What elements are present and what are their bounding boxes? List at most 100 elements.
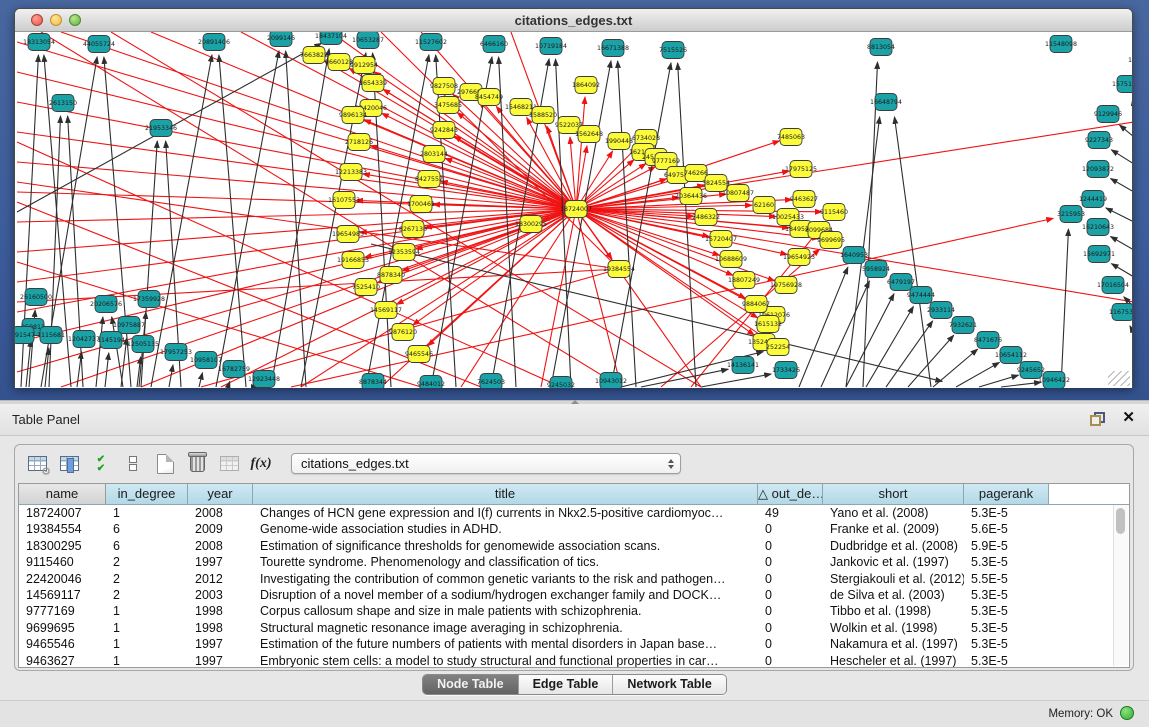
- graph-node[interactable]: 8471676: [974, 332, 1002, 349]
- graph-node[interactable]: 1700461: [407, 196, 435, 213]
- graph-node[interactable]: 21953346: [145, 120, 177, 137]
- graph-node[interactable]: 1615132: [754, 316, 782, 333]
- graph-node[interactable]: 12213383: [335, 164, 367, 181]
- graph-node[interactable]: 9245032: [547, 377, 575, 389]
- graph-node[interactable]: 1167533: [1109, 304, 1132, 321]
- graph-node[interactable]: 16107553: [328, 192, 360, 209]
- column-header-short[interactable]: short: [823, 484, 964, 504]
- graph-node[interactable]: 3475685: [434, 97, 462, 114]
- tab-edge-table[interactable]: Edge Table: [518, 675, 613, 694]
- graph-node[interactable]: 2099146: [267, 32, 295, 47]
- graph-node[interactable]: 1244419: [1079, 191, 1107, 208]
- graph-node[interactable]: 1115681: [37, 327, 65, 344]
- delete-table-button[interactable]: [181, 450, 213, 478]
- graph-node[interactable]: 17016504: [1097, 277, 1129, 294]
- tab-node-table[interactable]: Node Table: [423, 675, 517, 694]
- graph-node[interactable]: 1990448: [605, 133, 633, 150]
- graph-node[interactable]: 7486322: [692, 209, 720, 226]
- graph-node[interactable]: 11527602: [415, 34, 447, 51]
- graph-node[interactable]: 10653287: [352, 32, 384, 49]
- column-header-in_degree[interactable]: in_degree: [106, 484, 188, 504]
- memory-ok-icon[interactable]: [1120, 706, 1134, 720]
- graph-node[interactable]: 8427552: [415, 171, 443, 188]
- graph-node[interactable]: 26160500: [20, 289, 52, 306]
- function-builder-button[interactable]: f(x): [245, 450, 277, 478]
- table-row[interactable]: 1872400712008Changes of HCN gene express…: [19, 505, 1129, 521]
- graph-node[interactable]: 8267130: [399, 221, 427, 238]
- graph-node[interactable]: 9474444: [907, 287, 935, 304]
- graph-node[interactable]: 1562648: [575, 126, 603, 143]
- scrollbar-thumb[interactable]: [1116, 508, 1125, 534]
- graph-node[interactable]: 18437104: [315, 32, 347, 45]
- graph-node[interactable]: 9876120: [389, 324, 417, 341]
- graph-node[interactable]: 10975887: [113, 317, 145, 334]
- column-header-title[interactable]: title: [253, 484, 758, 504]
- table-row[interactable]: 977716911998Corpus callosum shape and si…: [19, 603, 1129, 619]
- column-header-pagerank[interactable]: pagerank: [964, 484, 1049, 504]
- table-row[interactable]: 911546021997Tourette syndrome. Phenomeno…: [19, 554, 1129, 570]
- graph-node[interactable]: 10654112: [995, 347, 1027, 364]
- graph-node[interactable]: 8454749: [475, 89, 503, 106]
- show-columns-button[interactable]: [53, 450, 85, 478]
- graph-node[interactable]: 7624503: [477, 374, 505, 389]
- table-row[interactable]: 969969511998Structural magnetic resonanc…: [19, 620, 1129, 636]
- graph-node[interactable]: 12923448: [248, 371, 280, 388]
- graph-node[interactable]: 19756928: [770, 277, 802, 294]
- graph-node[interactable]: 1864092: [572, 77, 600, 94]
- graph-node[interactable]: 2933114: [927, 302, 955, 319]
- graph-node[interactable]: 7663822: [300, 47, 328, 64]
- graph-node[interactable]: 9912954: [350, 57, 378, 74]
- tab-network-table[interactable]: Network Table: [612, 675, 726, 694]
- graph-node[interactable]: 16210643: [1082, 219, 1114, 236]
- graph-node[interactable]: 7525410: [352, 279, 380, 296]
- graph-node[interactable]: 9465546: [405, 346, 433, 363]
- graph-node[interactable]: 9660128: [325, 54, 353, 71]
- graph-node[interactable]: 6466160: [480, 36, 508, 53]
- graph-node[interactable]: 15751074: [1112, 76, 1132, 93]
- row-height-button[interactable]: [117, 450, 149, 478]
- table-row[interactable]: 2242004622012Investigating the contribut…: [19, 571, 1129, 587]
- graph-node[interactable]: 19166853: [337, 252, 369, 269]
- graph-node[interactable]: 8878344: [359, 374, 387, 389]
- table-options-button[interactable]: [21, 450, 53, 478]
- table-row[interactable]: 1938455462009Genome-wide association stu…: [19, 521, 1129, 537]
- graph-node[interactable]: 10943012: [595, 373, 627, 389]
- graph-node[interactable]: 9115460: [820, 204, 848, 221]
- graph-node[interactable]: 1733426: [772, 362, 800, 379]
- graph-node[interactable]: 44055724: [83, 36, 115, 53]
- network-canvas[interactable]: 7663822966012899129541654339224200469896…: [15, 32, 1132, 388]
- table-select-dropdown[interactable]: citations_edges.txt: [291, 453, 681, 474]
- graph-node[interactable]: 1654339: [359, 75, 387, 92]
- graph-node[interactable]: 9245652: [1017, 362, 1045, 379]
- graph-node[interactable]: 1640953: [840, 247, 868, 264]
- graph-node[interactable]: 391547: [15, 327, 35, 344]
- table-row[interactable]: 946362711997Embryonic stem cells: a mode…: [19, 653, 1129, 668]
- graph-node[interactable]: 12093872: [1082, 161, 1114, 178]
- table-row[interactable]: 1456911722003Disruption of a novel membe…: [19, 587, 1129, 603]
- graph-node[interactable]: 62160: [753, 197, 775, 214]
- graph-node[interactable]: 7515526: [659, 42, 687, 59]
- citation-network-graph[interactable]: 7663822966012899129541654339224200469896…: [15, 32, 1132, 388]
- column-header-year[interactable]: year: [188, 484, 253, 504]
- graph-node[interactable]: 5958924: [862, 261, 890, 278]
- graph-node[interactable]: 20891406: [198, 34, 230, 51]
- graph-node[interactable]: 18313054: [23, 34, 55, 51]
- graph-node[interactable]: 9227343: [1085, 132, 1113, 149]
- graph-node[interactable]: 7932621: [949, 317, 977, 334]
- graph-node[interactable]: 8878340: [377, 267, 405, 284]
- column-header-name[interactable]: name: [19, 484, 106, 504]
- graph-node[interactable]: 2613150: [49, 95, 77, 112]
- graph-node[interactable]: 11548098: [1045, 36, 1077, 53]
- graph-node[interactable]: 2803144: [420, 146, 448, 163]
- network-view-window[interactable]: citations_edges.txt 76638229660128991295…: [14, 8, 1133, 387]
- graph-node[interactable]: 746266: [684, 165, 708, 182]
- graph-node[interactable]: 3824554: [702, 175, 730, 192]
- graph-node[interactable]: 16648794: [870, 94, 902, 111]
- select-attributes-button[interactable]: [85, 450, 117, 478]
- graph-node[interactable]: 17359928: [133, 291, 165, 308]
- create-table-button[interactable]: [149, 450, 181, 478]
- graph-node[interactable]: 16671388: [597, 40, 629, 57]
- graph-node[interactable]: 15720407: [705, 231, 737, 248]
- graph-node[interactable]: 19654923: [783, 249, 815, 266]
- graph-node[interactable]: 9242843: [430, 122, 458, 139]
